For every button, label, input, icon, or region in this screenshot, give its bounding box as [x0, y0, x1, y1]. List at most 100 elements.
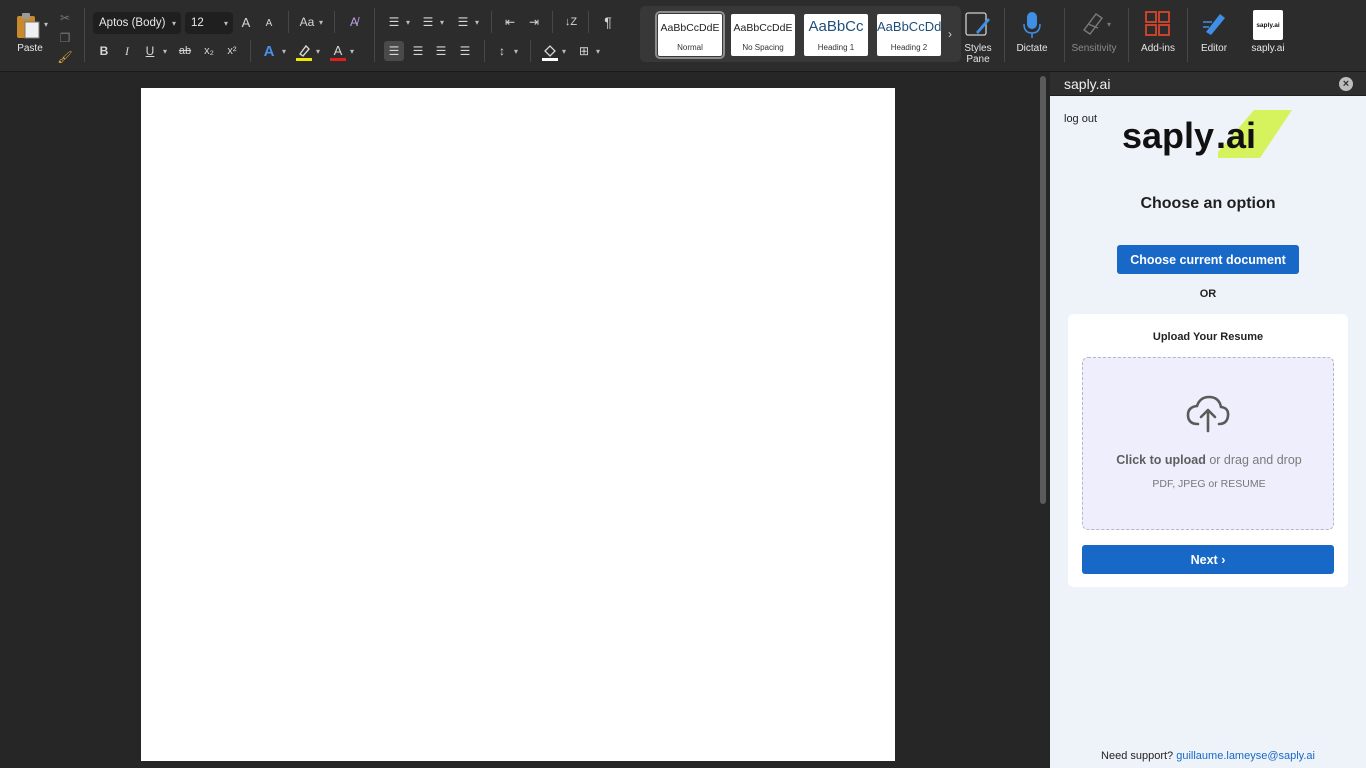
style-heading-1-name: Heading 1 [817, 43, 855, 52]
sort-icon[interactable]: ↓Z [561, 12, 581, 32]
saply-addin-button[interactable]: saply.ai [1253, 10, 1283, 40]
italic-button[interactable]: I [117, 41, 137, 61]
align-center-icon[interactable]: ☰ [408, 41, 428, 61]
align-left-icon[interactable]: ☰ [384, 41, 404, 61]
shrink-font-button[interactable]: A [259, 13, 279, 33]
document-scrollbar[interactable] [1036, 72, 1050, 768]
font-name-select[interactable]: Aptos (Body) ▾ [93, 12, 181, 34]
choose-current-document-button[interactable]: Choose current document [1117, 245, 1299, 274]
highlight-chevron-icon[interactable]: ▾ [316, 47, 320, 56]
bold-button[interactable]: B [94, 41, 114, 61]
paste-options-chevron-icon[interactable]: ▾ [44, 20, 48, 29]
next-button[interactable]: Next › [1082, 545, 1334, 574]
sensitivity-label: Sensitivity [1071, 43, 1117, 54]
bullets-icon[interactable]: ☰ [384, 12, 404, 32]
copy-icon[interactable]: ❐ [55, 28, 75, 48]
addin-pane-title: saply.ai [1064, 76, 1111, 92]
change-case-button[interactable]: Aa [296, 12, 318, 32]
ribbon-toolbar: ▾ Paste ✂ ❐ 🖌 Aptos (Body) ▾ 12 ▾ A A Aa ▾… [0, 0, 1366, 72]
line-spacing-chevron-icon[interactable]: ▾ [514, 47, 518, 56]
numbering-icon[interactable]: ☰ [418, 12, 438, 32]
highlight-color-button[interactable] [294, 42, 314, 62]
font-color-button[interactable]: A [328, 42, 348, 62]
text-effects-icon[interactable]: A [259, 41, 279, 61]
align-right-icon[interactable]: ☰ [431, 41, 451, 61]
font-size-select[interactable]: 12 ▾ [185, 12, 233, 34]
style-no-spacing-name: No Spacing [742, 43, 784, 52]
shading-chevron-icon[interactable]: ▾ [562, 47, 566, 56]
show-formatting-button[interactable]: ¶ [598, 12, 618, 32]
style-normal[interactable]: AaBbCcDdE Normal [655, 11, 725, 59]
addins-grid-icon [1145, 11, 1170, 36]
upload-resume-title: Upload Your Resume [1152, 331, 1264, 343]
underline-chevron-icon[interactable]: ▾ [163, 47, 167, 56]
logout-link[interactable]: log out [1064, 113, 1097, 125]
borders-icon[interactable]: ⊞ [574, 41, 594, 61]
superscript-button[interactable]: x² [222, 41, 242, 61]
document-page[interactable] [141, 88, 895, 761]
close-icon[interactable]: × [1339, 77, 1353, 91]
multilevel-list-icon[interactable]: ☰ [453, 12, 473, 32]
style-heading-1[interactable]: AaBbCc Heading 1 [804, 14, 868, 56]
grow-font-button[interactable]: A [236, 12, 256, 32]
strikethrough-button[interactable]: ab [175, 41, 195, 61]
click-to-upload-text[interactable]: Click to upload [1116, 453, 1206, 467]
style-normal-preview: AaBbCcDdE [660, 22, 720, 34]
change-case-chevron-icon[interactable]: ▾ [319, 18, 323, 27]
dictate-label: Dictate [1016, 43, 1048, 54]
support-email-link[interactable]: guillaume.lameyse@saply.ai [1176, 750, 1315, 762]
font-color-chevron-icon[interactable]: ▾ [350, 47, 354, 56]
style-heading-2[interactable]: AaBbCcDd Heading 2 [877, 14, 941, 56]
increase-indent-icon[interactable]: ⇥ [524, 12, 544, 32]
dropzone-instructions: Click to upload or drag and drop [1083, 453, 1335, 467]
style-no-spacing-preview: AaBbCcDdE [733, 22, 793, 34]
clear-formatting-icon[interactable]: A̸ [344, 12, 364, 32]
justify-icon[interactable]: ☰ [455, 41, 475, 61]
sensitivity-chevron-icon[interactable]: ▾ [1107, 20, 1111, 29]
styles-gallery-more-icon[interactable]: › [948, 27, 952, 41]
cloud-upload-icon [1186, 395, 1230, 433]
text-effects-chevron-icon[interactable]: ▾ [282, 47, 286, 56]
numbering-chevron-icon[interactable]: ▾ [440, 18, 444, 27]
dictate-button[interactable] [1020, 10, 1044, 40]
choose-option-heading: Choose an option [1140, 195, 1276, 212]
document-scrollbar-thumb[interactable] [1040, 76, 1046, 504]
bullets-chevron-icon[interactable]: ▾ [406, 18, 410, 27]
decrease-indent-icon[interactable]: ⇤ [500, 12, 520, 32]
addin-pane-header: saply.ai × [1050, 72, 1366, 96]
support-prefix: Need support? [1101, 750, 1177, 762]
style-heading-2-preview: AaBbCcDd [877, 19, 941, 34]
paste-label: Paste [17, 43, 43, 54]
underline-button[interactable]: U [140, 41, 160, 61]
microphone-icon [1023, 12, 1041, 38]
editor-button[interactable] [1200, 10, 1228, 38]
file-dropzone[interactable]: Click to upload or drag and drop PDF, JP… [1082, 357, 1334, 530]
saply-logo-icon: saply.ai [1256, 21, 1280, 29]
format-painter-icon[interactable]: 🖌 [55, 47, 75, 67]
style-normal-name: Normal [677, 43, 703, 52]
subscript-button[interactable]: x₂ [199, 41, 219, 61]
style-no-spacing[interactable]: AaBbCcDdE No Spacing [731, 14, 795, 56]
styles-pane-button[interactable] [964, 10, 992, 38]
addins-button[interactable] [1145, 11, 1171, 37]
saply-addin-pane: log out saply .ai Choose an option Choos… [1050, 96, 1366, 768]
multilevel-chevron-icon[interactable]: ▾ [475, 18, 479, 27]
shading-button[interactable] [540, 42, 560, 62]
saply-brand-logo: saply .ai [1122, 110, 1292, 158]
upload-card: Upload Your Resume Click to upload or dr… [1068, 314, 1348, 587]
style-heading-2-name: Heading 2 [890, 43, 928, 52]
sensitivity-button[interactable] [1080, 10, 1106, 38]
or-divider-text: OR [1199, 288, 1217, 300]
editor-pen-icon [1203, 14, 1225, 35]
cut-icon[interactable]: ✂ [55, 8, 75, 28]
paste-button[interactable] [12, 10, 44, 40]
styles-pane-icon [965, 12, 990, 36]
support-footer: Need support? guillaume.lameyse@saply.ai [1050, 750, 1366, 762]
borders-chevron-icon[interactable]: ▾ [596, 47, 600, 56]
line-spacing-icon[interactable]: ↕ [492, 41, 512, 61]
brand-main-text: saply [1122, 115, 1214, 156]
drag-and-drop-text: or drag and drop [1205, 453, 1302, 467]
editor-label: Editor [1200, 43, 1228, 54]
styles-pane-label: Styles Pane [964, 43, 992, 65]
highlighter-icon [296, 44, 312, 61]
